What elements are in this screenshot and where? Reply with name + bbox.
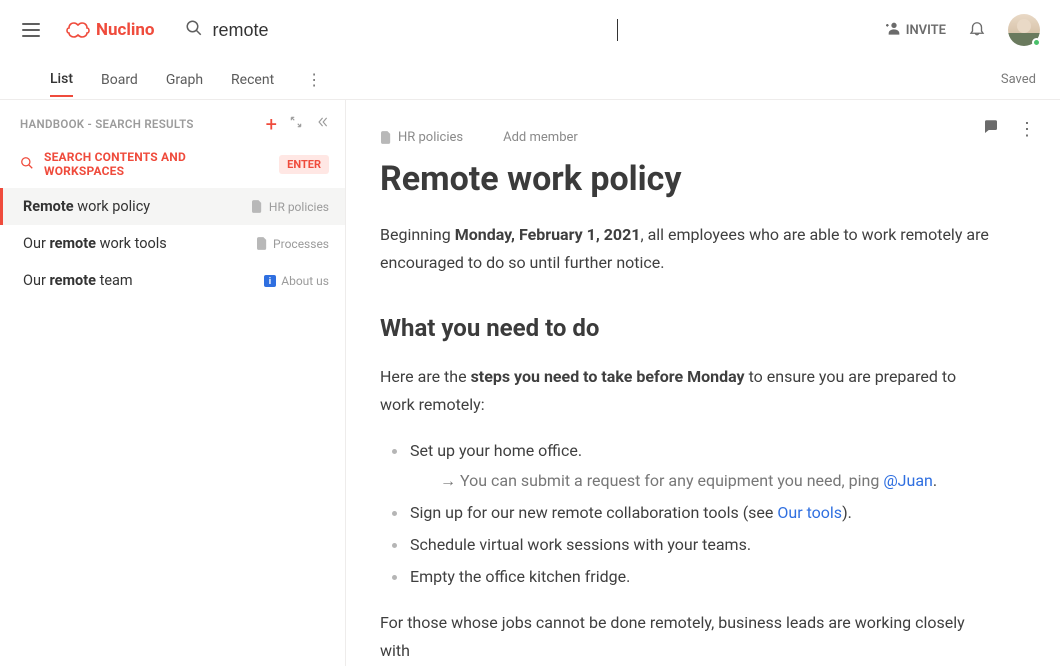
user-avatar[interactable] [1008, 14, 1040, 46]
info-icon: i [264, 274, 276, 288]
steps-list: Set up your home office. → You can submi… [380, 437, 990, 591]
search-icon [20, 155, 34, 174]
enter-chip: ENTER [279, 155, 329, 174]
outro-paragraph: For those whose jobs cannot be done remo… [380, 609, 990, 665]
collapse-sidebar-button[interactable] [315, 115, 329, 133]
breadcrumb[interactable]: HR policies [380, 130, 463, 145]
search-hint-text: SEARCH CONTENTS AND WORKSPACES [44, 150, 269, 178]
mention-link[interactable]: @Juan [883, 471, 933, 490]
invite-label: INVITE [906, 23, 946, 38]
search-result[interactable]: Remote work policy HR policies [0, 188, 345, 225]
search-result[interactable]: Our remote team i About us [0, 262, 345, 299]
file-icon [380, 131, 392, 145]
sidebar-title: HANDBOOK - SEARCH RESULTS [20, 117, 266, 131]
result-title: Our remote team [23, 272, 264, 289]
add-item-button[interactable]: + [266, 114, 277, 134]
add-member-button[interactable]: Add member [503, 130, 578, 145]
tab-recent[interactable]: Recent [231, 64, 274, 96]
tab-graph[interactable]: Graph [166, 64, 203, 96]
save-status: Saved [1001, 72, 1036, 87]
tab-board[interactable]: Board [101, 64, 138, 96]
notifications-button[interactable] [968, 18, 986, 42]
search-result[interactable]: Our remote work tools Processes [0, 225, 345, 262]
intro-paragraph: Beginning Monday, February 1, 2021, all … [380, 221, 990, 277]
doc-more-button[interactable]: ⋮ [1018, 119, 1036, 140]
list-item: Set up your home office. → You can submi… [380, 437, 990, 495]
result-title: Our remote work tools [23, 235, 256, 252]
result-collection: i About us [264, 274, 329, 288]
invite-button[interactable]: INVITE [884, 21, 946, 39]
list-subline: → You can submit a request for any equip… [410, 467, 990, 495]
result-title: Remote work policy [23, 198, 252, 215]
search-input[interactable] [213, 20, 613, 41]
document-content: ⋮ HR policies Add member Remote work pol… [346, 100, 1060, 666]
presence-indicator [1032, 38, 1041, 47]
sidebar: HANDBOOK - SEARCH RESULTS + SEARCH CONTE… [0, 100, 346, 666]
text-caret [617, 19, 618, 41]
page-title: Remote work policy [346, 151, 1030, 221]
brand-logo[interactable]: Nuclino [66, 20, 155, 40]
result-collection: HR policies [252, 200, 329, 214]
list-item: Empty the office kitchen fridge. [380, 563, 990, 591]
svg-text:i: i [269, 277, 271, 287]
file-icon [252, 200, 264, 214]
search-icon [185, 19, 203, 41]
steps-intro: Here are the steps you need to take befo… [380, 363, 990, 419]
brand-name: Nuclino [96, 20, 155, 40]
comments-button[interactable] [982, 118, 1000, 141]
add-user-icon [884, 21, 900, 39]
doc-link[interactable]: Our tools [777, 503, 842, 522]
result-collection: Processes [256, 237, 329, 251]
breadcrumb-label: HR policies [398, 130, 463, 145]
file-icon [256, 237, 268, 251]
tab-list[interactable]: List [50, 63, 73, 97]
search-hint-row[interactable]: SEARCH CONTENTS AND WORKSPACES ENTER [0, 144, 345, 188]
expand-icon[interactable] [289, 115, 303, 133]
brain-icon [66, 21, 90, 39]
menu-toggle[interactable] [18, 17, 44, 43]
list-item: Sign up for our new remote collaboration… [380, 499, 990, 527]
list-item: Schedule virtual work sessions with your… [380, 531, 990, 559]
tabs-more-button[interactable]: ⋮ [302, 66, 326, 93]
section-heading: What you need to do [380, 307, 990, 349]
